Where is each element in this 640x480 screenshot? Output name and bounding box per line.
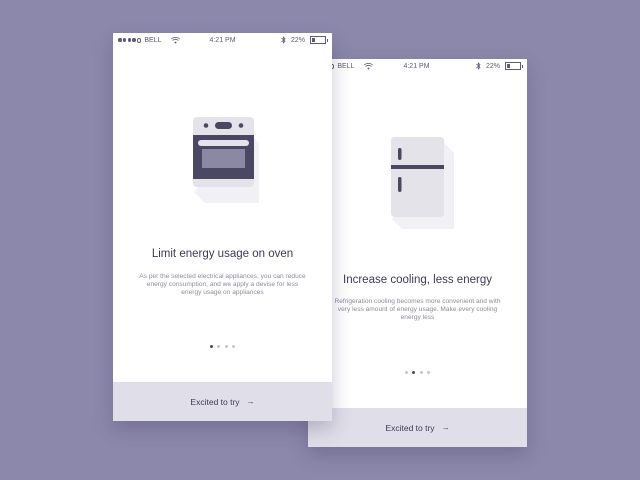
fridge-icon [391,137,454,229]
excited-to-try-button[interactable]: Excited to try → [308,408,527,447]
page-dot[interactable] [412,371,416,374]
onboarding-title: Limit energy usage on oven [151,248,294,260]
wifi-icon [364,63,374,70]
cta-label: Excited to try [385,422,435,433]
carrier-name: BELL [337,63,355,70]
page-dot[interactable] [232,345,236,348]
page-indicator[interactable] [113,345,332,348]
oven-icon [193,117,259,203]
cta-label: Excited to try [190,396,240,407]
page-dot[interactable] [404,371,408,374]
status-bar: BELL 4:21 PM 22% [308,59,527,75]
battery-icon [310,36,328,44]
page-dot[interactable] [217,345,221,348]
status-time: 4:21 PM [209,37,236,44]
onboarding-description: Refrigeration cooling becomes more conve… [334,298,501,321]
status-time: 4:21 PM [403,63,430,70]
page-dot[interactable] [224,345,228,348]
page-dot[interactable] [427,371,431,374]
signal-strength-icon [118,38,142,43]
battery-percent: 22% [290,36,305,44]
onboarding-screen-oven: BELL 4:21 PM 22% Limit energy usage on o… [113,33,332,421]
arrow-right-icon: → [246,397,255,406]
battery-icon [505,62,523,70]
arrow-right-icon: → [441,423,450,432]
page-dot[interactable] [209,345,213,348]
onboarding-title: Increase cooling, less energy [343,274,492,286]
onboarding-screen-fridge: BELL 4:21 PM 22% Increase cooling, less … [308,59,527,447]
excited-to-try-button[interactable]: Excited to try → [113,382,332,421]
page-indicator[interactable] [308,371,527,374]
onboarding-description: As per the selected electrical appliance… [139,273,306,296]
bluetooth-icon [476,62,481,70]
carrier-name: BELL [144,37,162,44]
battery-percent: 22% [485,62,500,70]
status-bar: BELL 4:21 PM 22% [113,33,332,49]
page-dot[interactable] [419,371,423,374]
bluetooth-icon [281,36,286,44]
wifi-icon [171,37,181,44]
